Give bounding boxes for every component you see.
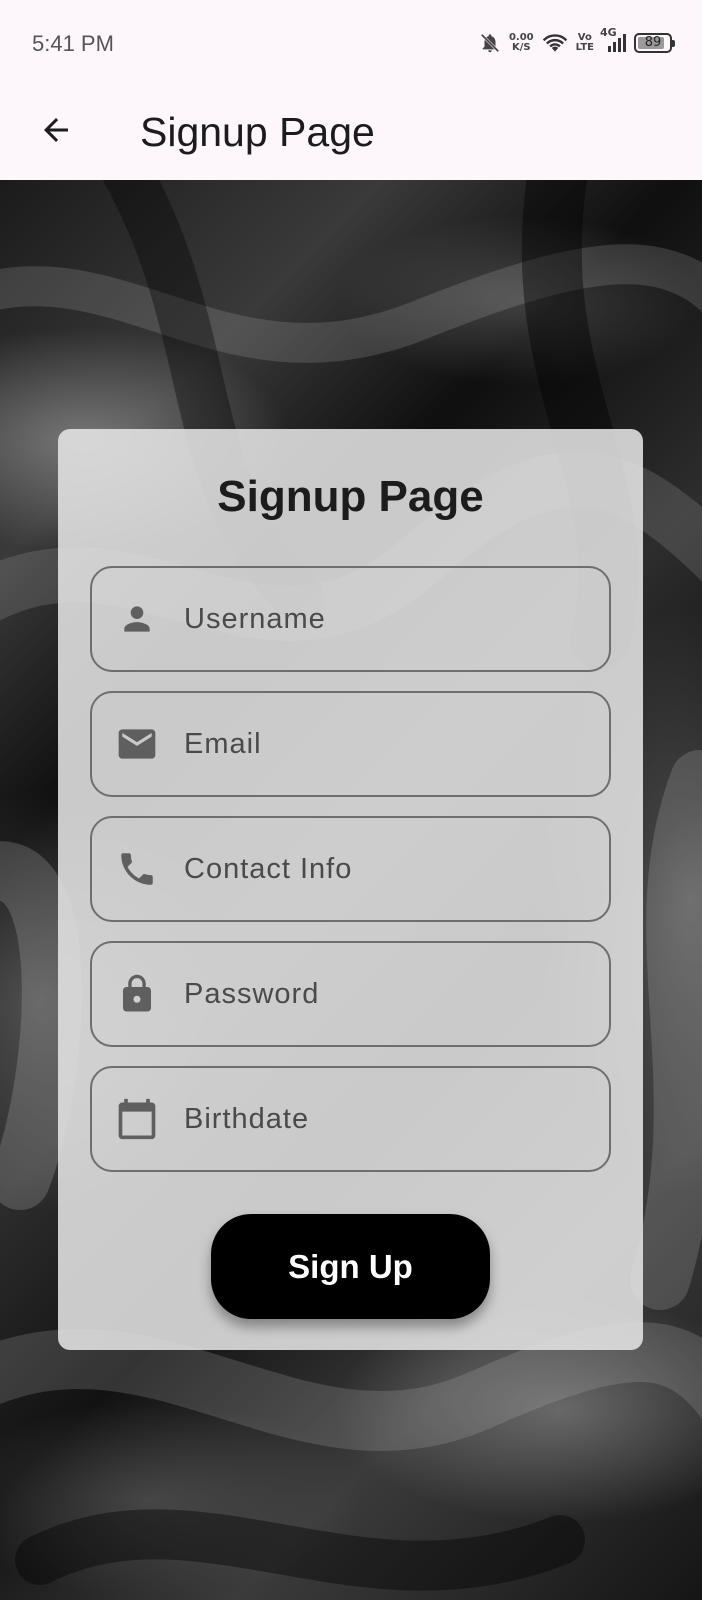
network-type: 4G: [600, 26, 617, 39]
contact-info-field[interactable]: Contact Info: [90, 816, 611, 922]
battery-icon: 89: [634, 33, 675, 53]
battery-level: 89: [644, 35, 662, 50]
phone-icon: [114, 846, 160, 892]
net-speed: 0.00 K/S: [509, 33, 534, 53]
app-bar: Signup Page: [0, 88, 702, 180]
status-icons: 0.00 K/S Vo LTE 4G 89: [479, 27, 675, 58]
wifi-icon: [542, 32, 568, 54]
page-title: Signup Page: [140, 109, 375, 155]
net-speed-unit: K/S: [511, 42, 531, 53]
volte-bottom: LTE: [575, 42, 594, 53]
username-field[interactable]: Username: [90, 566, 611, 672]
volte-indicator: Vo LTE: [576, 33, 594, 53]
sign-up-button[interactable]: Sign Up: [211, 1214, 490, 1319]
mail-icon: [114, 721, 160, 767]
calendar-icon: [114, 1096, 160, 1142]
email-field[interactable]: Email: [90, 691, 611, 797]
password-field[interactable]: Password: [90, 941, 611, 1047]
card-title: Signup Page: [217, 472, 484, 521]
status-time: 5:41 PM: [32, 31, 114, 56]
birthdate-placeholder: Birthdate: [184, 1102, 310, 1135]
arrow-back-icon: [38, 112, 74, 153]
status-bar: 5:41 PM 0.00 K/S Vo LTE 4G 89: [0, 0, 702, 88]
birthdate-field[interactable]: Birthdate: [90, 1066, 611, 1172]
bell-off-icon: [479, 31, 501, 55]
contact-info-placeholder: Contact Info: [184, 852, 353, 885]
signal-icon: 4G: [600, 27, 626, 54]
password-placeholder: Password: [184, 977, 320, 1010]
signup-card: Signup Page Username Email Contact Info: [58, 429, 643, 1350]
person-icon: [114, 596, 160, 642]
email-placeholder: Email: [184, 727, 262, 760]
back-button[interactable]: [30, 106, 82, 158]
lock-icon: [114, 971, 160, 1017]
username-placeholder: Username: [184, 602, 326, 635]
